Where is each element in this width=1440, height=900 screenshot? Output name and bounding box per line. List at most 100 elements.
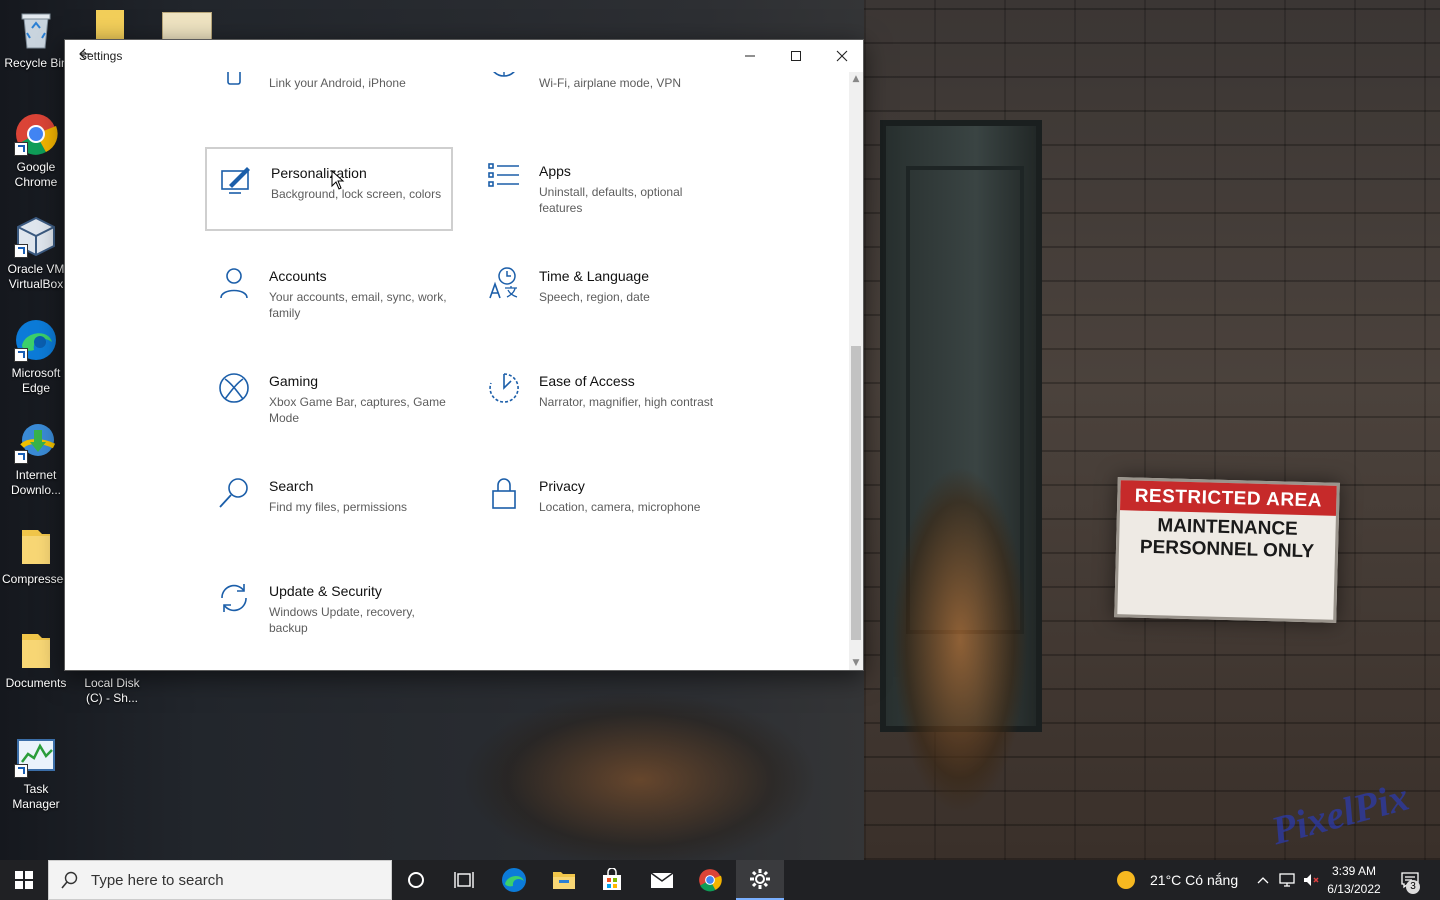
tile-apps[interactable]: Apps Uninstall, defaults, optional featu… [475,147,723,231]
folder-icon[interactable] [96,10,124,40]
desktop-icon-label: Local Disk (C) - Sh... [84,676,140,705]
desktop-icon-compressed[interactable]: Compressed [0,524,72,587]
taskbar: 21°C Có nắng 3:39 AM 6/13/2022 3 [0,860,1440,900]
desktop-icon-documents[interactable]: Documents [0,628,72,691]
weather-widget[interactable]: 21°C Có nắng [1116,860,1246,900]
desktop-icon-label: Task Manager [12,782,60,811]
desktop-icon-label: Google Chrome [14,160,58,189]
desktop-icon-task-manager[interactable]: Task Manager [0,734,72,812]
desktop-icon-label: Oracle VM VirtualBox [7,262,65,291]
tile-accounts[interactable]: Accounts Your accounts, email, sync, wor… [205,252,453,336]
certificate-icon[interactable] [162,12,212,40]
tile-name: Personalization [271,165,367,181]
mouse-cursor-icon [331,170,345,190]
restricted-area-sign: RESTRICTED AREA MAINTENANCE PERSONNEL ON… [1114,477,1340,623]
apps-icon [488,163,519,187]
scroll-thumb[interactable] [851,346,861,640]
tile-description: Xbox Game Bar, captures, Game Mode [269,395,446,425]
minimize-button[interactable] [727,40,773,72]
globe-icon [493,72,515,77]
taskbar-mail[interactable] [638,860,686,900]
sun-icon [1117,871,1135,889]
recycle-bin-icon [14,8,58,52]
chrome-icon [14,112,58,156]
tile-update-security[interactable]: Update & Security Windows Update, recove… [205,567,453,651]
file-explorer-icon [553,872,575,889]
cortana-button[interactable] [392,860,440,900]
search-icon [219,478,248,508]
settings-window: Settings Link your Android, iPhone Wi-Fi… [64,39,864,671]
tile-name: Accounts [269,268,327,284]
desktop-icon-google-chrome[interactable]: Google Chrome [0,112,72,190]
network-button[interactable] [1276,860,1298,900]
tile-description: Wi-Fi, airplane mode, VPN [539,76,682,90]
desktop-icon-virtualbox[interactable]: Oracle VM VirtualBox [0,214,72,292]
tile-description: Windows Update, recovery, backup [269,605,415,635]
personalization-icon [221,167,250,194]
desktop-icon-microsoft-edge[interactable]: Microsoft Edge [0,318,72,396]
tile-search[interactable]: Search Find my files, permissions [205,462,453,546]
desktop-icon-label: Recycle Bin [4,56,68,70]
chevron-up-icon [1257,877,1269,884]
vertical-scrollbar[interactable]: ▲ ▼ [849,72,863,670]
ease-of-access-icon [489,373,519,403]
tile-name: Update & Security [269,583,382,599]
title-bar[interactable]: Settings [65,40,863,72]
tile-time-language[interactable]: Time & Language Speech, region, date [475,252,723,336]
tile-description: Speech, region, date [539,290,650,304]
tile-name: Apps [539,163,571,179]
action-center-button[interactable]: 3 [1392,860,1428,900]
taskbar-file-explorer[interactable] [540,860,588,900]
tile-description: Find my files, permissions [269,500,408,514]
task-view-button[interactable] [440,860,488,900]
desktop-icon-local-disk[interactable]: Local Disk (C) - Sh... [76,676,148,706]
lock-icon [492,478,516,509]
tile-name: Search [269,478,314,494]
tile-description: Location, camera, microphone [539,500,701,514]
task-manager-icon [14,734,58,778]
taskbar-clock[interactable]: 3:39 AM 6/13/2022 [1326,862,1382,898]
update-icon [221,584,247,612]
settings-content: Link your Android, iPhone Wi-Fi, airplan… [65,72,849,670]
taskbar-search-input[interactable] [89,870,373,890]
close-icon [836,50,848,62]
window-title: Settings [79,49,123,63]
task-view-icon [454,872,474,888]
clock-time: 3:39 AM [1331,864,1377,878]
volume-button[interactable] [1300,860,1322,900]
tile-gaming[interactable]: Gaming Xbox Game Bar, captures, Game Mod… [205,357,453,441]
notification-badge: 3 [1406,880,1420,894]
person-icon [220,268,248,299]
tile-personalization[interactable]: Personalization Background, lock screen,… [205,147,453,231]
tile-privacy[interactable]: Privacy Location, camera, microphone [475,462,723,546]
taskbar-settings[interactable] [736,860,784,900]
phone-icon [227,72,241,85]
cortana-icon [408,872,424,888]
wallpaper-robot [860,380,1060,860]
tile-description: Your accounts, email, sync, work, family [269,290,447,320]
taskbar-edge[interactable] [490,860,538,900]
desktop-icon-internet-download-manager[interactable]: Internet Downlo... [0,420,72,498]
folder-icon [14,628,58,672]
start-button[interactable] [0,860,48,900]
taskbar-chrome[interactable] [686,860,734,900]
wallpaper-coils [420,670,860,860]
tile-ease-of-access[interactable]: Ease of Access Narrator, magnifier, high… [475,357,723,441]
sign-bottom-text: MAINTENANCE PERSONNEL ONLY [1139,515,1315,563]
scroll-down-icon[interactable]: ▼ [849,656,863,670]
show-hidden-icons-button[interactable] [1252,860,1274,900]
desktop-icon-recycle-bin[interactable]: Recycle Bin [0,8,72,71]
internet-download-manager-icon [14,420,58,464]
taskbar-microsoft-store[interactable] [588,860,636,900]
maximize-button[interactable] [773,40,819,72]
close-button[interactable] [819,40,865,72]
volume-muted-icon [1304,874,1319,886]
taskbar-search-box[interactable] [48,860,392,900]
tile-description: Uninstall, defaults, optional features [539,185,683,215]
tile-description: Link your Android, iPhone [269,76,406,90]
tile-network[interactable]: Wi-Fi, airplane mode, VPN [475,72,723,122]
folder-icon [14,524,58,568]
scroll-up-icon[interactable]: ▲ [849,72,863,86]
edge-icon [502,868,526,892]
tile-phone[interactable]: Link your Android, iPhone [205,72,453,122]
